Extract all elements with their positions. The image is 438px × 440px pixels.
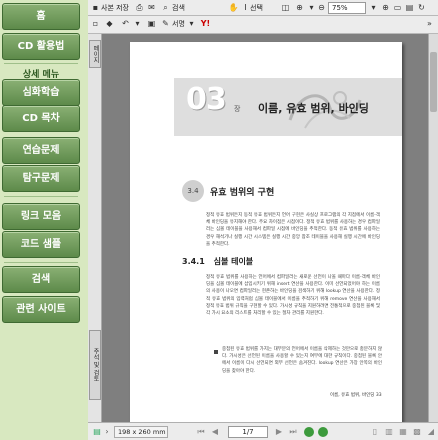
nav-search-button[interactable]: 검색 [2,266,80,293]
first-page-icon[interactable]: ⏮ [196,427,206,437]
paragraph: 중첩된 유효 범위를 가지는 대부분의 언어에서 이름을 삭제하는 것만으로 충… [222,347,382,374]
subsection-heading: 3.4.1 심볼 테이블 [182,256,253,267]
resize-grip-icon[interactable]: ◢ [426,427,436,437]
search-button[interactable]: 검색 [172,2,185,14]
facing-icon[interactable]: ▦ [398,427,408,437]
hand-tool-icon[interactable]: ✋ [228,2,239,13]
undo-icon[interactable]: ↶ [120,18,131,29]
zoom-in-plus-icon[interactable]: ⊕ [380,2,391,13]
subsection-title: 심볼 테이블 [213,257,254,266]
page-footer: 이름, 유효 범위, 바인딩 33 [330,393,382,398]
nav-home-button[interactable]: 홈 [2,3,80,30]
rotate-icon[interactable]: ↻ [416,2,427,13]
page-size-arrow-icon[interactable]: › [102,427,112,437]
zoom-out-icon[interactable]: ⊖ [316,2,327,13]
next-page-icon[interactable]: ▶ [274,427,284,437]
nav-cd-contents-button[interactable]: CD 목차 [2,105,80,132]
nav-divider [4,196,78,197]
sign-icon[interactable]: ✎ [160,18,171,29]
pdf-viewer: ▪ 사본 저장 ⎙ ✉ ⌕ 검색 ✋ I 선택 ◫ ⊕ ▾ ⊖ 75% ▾ ⊕ … [88,0,438,440]
go-forward-icon[interactable] [318,427,328,437]
chapter-number: 03 [186,82,227,117]
save-copy-button[interactable]: 사본 저장 [101,2,129,14]
document-icon[interactable]: ▫ [90,18,101,29]
go-back-icon[interactable] [304,427,314,437]
nav-cd-usage-button[interactable]: CD 활용법 [2,33,80,60]
nav-research-button[interactable]: 탐구문제 [2,165,80,192]
review-icon[interactable]: ▣ [146,18,157,29]
zoom-level-field[interactable]: 75% [328,2,366,14]
secondary-toolbar: ▫ ◆ ↶ ▾ ▣ ✎ 서명 ▾ Y! » [88,16,438,34]
single-page-icon[interactable]: ▯ [370,427,380,437]
create-pdf-icon[interactable]: ◆ [104,18,115,29]
nav-links-button[interactable]: 링크 모음 [2,203,80,230]
bullet-marker [214,350,218,354]
subsection-number: 3.4.1 [182,257,205,266]
save-icon[interactable]: ▪ [90,2,101,13]
select-button[interactable]: 선택 [250,2,263,14]
email-icon[interactable]: ✉ [146,2,157,13]
print-icon[interactable]: ⎙ [134,2,145,13]
chapter-title: 이름, 유효 범위, 바인딩 [258,102,369,115]
nav-related-sites-button[interactable]: 관련 사이트 [2,296,80,323]
previous-page-icon[interactable]: ◀ [210,427,220,437]
nav-exercises-button[interactable]: 연습문제 [2,137,80,164]
toolbar-overflow-icon[interactable]: » [424,18,435,29]
pages-tab[interactable]: 페이지 [89,40,101,68]
fit-page-icon[interactable]: ▭ [392,2,403,13]
pdf-page: 03 장 이름, 유효 범위, 바인딩 3.4 유효 범위의 구현 정적 유효 … [130,42,402,422]
scroll-thumb[interactable] [430,52,437,112]
undo-dropdown-icon[interactable]: ▾ [132,18,143,29]
paragraph: 정적 유효 범위를 사용하는 언어에서 컴파일러는 새로운 선언이 나올 때마다… [206,275,380,317]
nav-divider [4,262,78,263]
section-number: 3.4 [182,180,204,202]
section-title: 유효 범위의 구현 [210,188,275,198]
yahoo-icon[interactable]: Y! [200,18,211,29]
sign-button[interactable]: 서명 [172,18,185,30]
main-toolbar: ▪ 사본 저장 ⎙ ✉ ⌕ 검색 ✋ I 선택 ◫ ⊕ ▾ ⊖ 75% ▾ ⊕ … [88,0,438,16]
continuous-icon[interactable]: ▥ [384,427,394,437]
zoom-in-icon[interactable]: ⊕ [294,2,305,13]
snapshot-icon[interactable]: ◫ [280,2,291,13]
search-icon[interactable]: ⌕ [160,2,171,13]
nav-divider [4,63,78,64]
paragraph: 정적 유효 범위든지 동적 유효 범위든지 언어 구현은 사실상 프로그램의 각… [206,213,380,247]
zoom-menu-chevron-icon[interactable]: ▾ [368,2,379,13]
page-size-field: 198 x 260 mm [114,426,168,438]
document-area[interactable]: 03 장 이름, 유효 범위, 바인딩 3.4 유효 범위의 구현 정적 유효 … [102,34,428,422]
left-navigation: 홈 CD 활용법 상세 메뉴 심화학습 CD 목차 연습문제 탐구문제 링크 모… [0,0,88,440]
nav-code-samples-button[interactable]: 코드 샘플 [2,231,80,258]
vertical-scrollbar[interactable] [428,34,438,422]
last-page-icon[interactable]: ⏭ [288,427,298,437]
page-layout-icon[interactable]: ▤ [92,427,102,437]
page-number-field[interactable]: 1/7 [228,426,268,438]
comments-tab[interactable]: 주석 및 검토 [89,330,101,400]
fit-width-icon[interactable]: ▤ [404,2,415,13]
continuous-facing-icon[interactable]: ▩ [412,427,422,437]
status-bar: ▤ › 198 x 260 mm ⏮ ◀ 1/7 ▶ ⏭ ▯ ▥ ▦ ▩ ◢ [88,422,438,440]
sign-dropdown-icon[interactable]: ▾ [186,18,197,29]
nav-advanced-button[interactable]: 심화학습 [2,79,80,106]
navigation-pane: 페이지 주석 및 검토 [88,34,102,422]
chapter-suffix: 장 [234,105,241,113]
